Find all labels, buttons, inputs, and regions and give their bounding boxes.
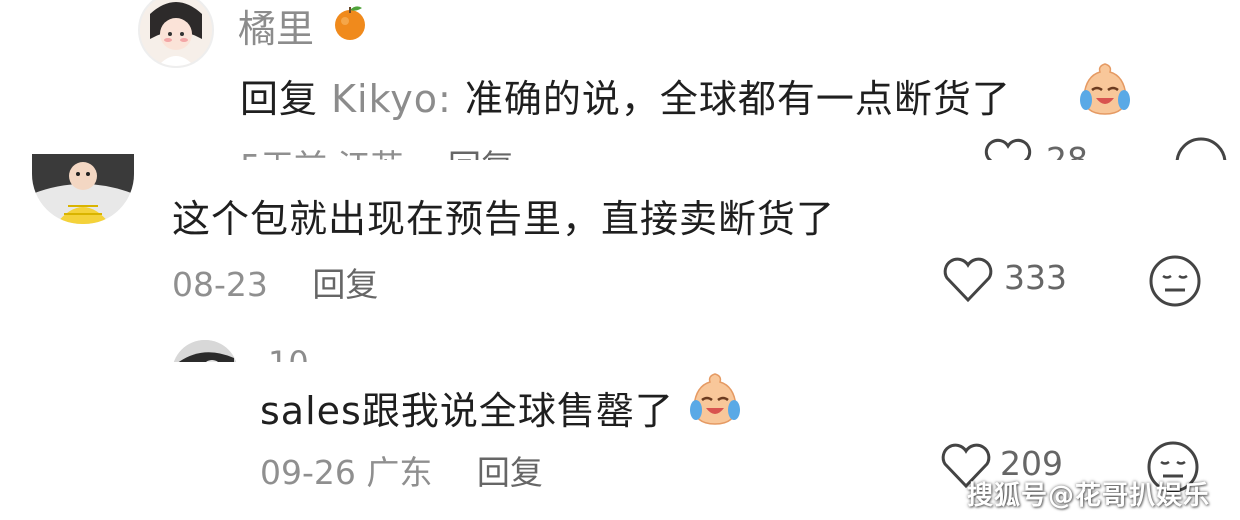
like-count: 333 (1004, 258, 1067, 297)
comment-user-name[interactable]: 10 (268, 344, 309, 362)
avatar[interactable] (172, 340, 238, 362)
crying-face-icon (686, 370, 744, 428)
comment-body: 准确的说，全球都有一点断货了 (464, 77, 1011, 121)
comment-user-name[interactable]: 橘里 (238, 0, 365, 53)
avatar[interactable] (32, 154, 134, 224)
comment-meta: 08-23 回复 (172, 258, 378, 306)
avatar[interactable] (138, 0, 214, 68)
comment-body: sales跟我说全球售罄了 (260, 389, 674, 433)
reply-prefix: 回复 (240, 77, 319, 121)
heart-icon[interactable] (982, 138, 1034, 160)
like-count: 28 (1046, 140, 1088, 160)
avatar-illustration (172, 340, 238, 362)
comment-text: sales跟我说全球售罄了 (260, 380, 674, 435)
comment-time: 08-23 (172, 265, 268, 304)
reply-mention[interactable]: Kikyo: (331, 77, 452, 121)
crying-face-icon (1076, 60, 1134, 118)
comment-text: 回复 Kikyo: 准确的说，全球都有一点断货了 (240, 68, 1011, 123)
reply-button[interactable]: 回复 (477, 453, 543, 492)
neutral-face-icon[interactable] (1148, 254, 1202, 308)
heart-icon[interactable] (940, 256, 996, 304)
comment-2: 这个包就出现在预告里，直接卖断货了 08-23 回复 333 (0, 154, 1240, 320)
avatar-illustration (140, 0, 212, 66)
avatar-illustration (32, 154, 134, 224)
reply-button[interactable]: 回复 (312, 265, 378, 304)
reply-button[interactable]: 回复 (448, 147, 514, 160)
neutral-face-icon[interactable] (1174, 136, 1228, 160)
orange-icon (330, 2, 370, 42)
watermark: 搜狐号@花哥扒娱乐 (966, 481, 1210, 511)
comment-time: 09-26 广东 (260, 453, 433, 492)
comment-text: 这个包就出现在预告里，直接卖断货了 (172, 197, 836, 241)
comment-meta: 5天前 江苏 回复 (240, 140, 514, 160)
header-cut: 10 (0, 320, 1240, 362)
user-name-text[interactable]: 橘里 (238, 7, 314, 51)
comment-time: 5天前 江苏 (240, 147, 404, 160)
comment-1: 橘里 回复 Kikyo: 准确的说，全球都有一点断货了 5天前 江苏 回复 (0, 0, 1240, 160)
comment-meta: 09-26 广东 回复 (260, 446, 543, 494)
